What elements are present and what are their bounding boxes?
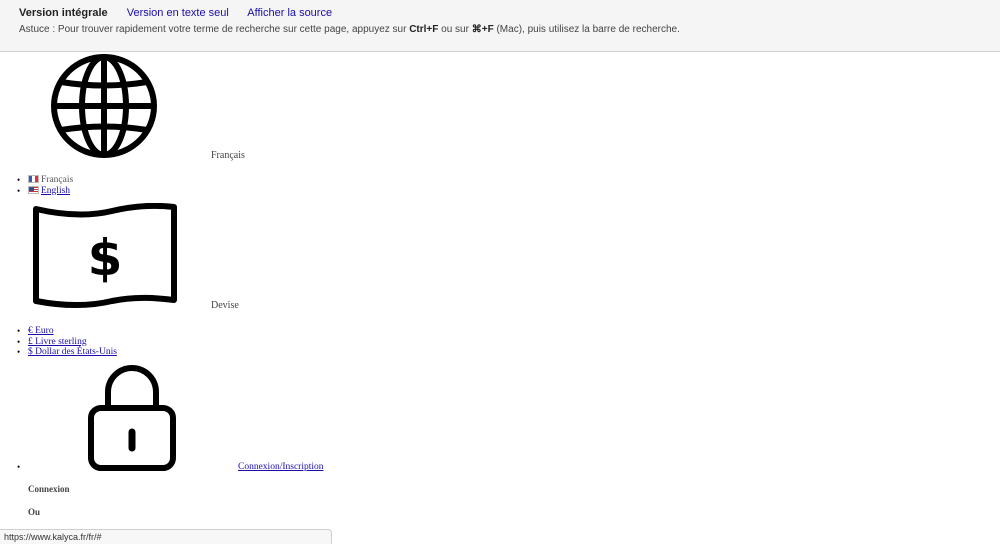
language-option-label: Français	[41, 175, 74, 185]
language-option-link[interactable]: English	[41, 186, 70, 196]
search-tip-suffix: (Mac), puis utilisez la barre de recherc…	[493, 24, 680, 35]
list-bullet: •	[17, 326, 21, 336]
or-separator: Ou	[28, 507, 41, 517]
tab-view-source[interactable]: Afficher la source	[247, 7, 332, 19]
tab-text-only-version[interactable]: Version en texte seul	[127, 7, 229, 19]
shortcut-cmd-f: ⌘+F	[471, 24, 494, 35]
search-tip-middle: ou sur	[438, 24, 472, 35]
list-bullet: •	[17, 185, 21, 196]
list-bullet: •	[17, 175, 21, 185]
flag-fr-icon	[28, 175, 39, 183]
browser-status-bar: https://www.kalyca.fr/fr/#	[0, 529, 332, 544]
search-tip-prefix: Astuce : Pour trouver rapidement votre t…	[19, 24, 410, 35]
cache-version-tabs: Version intégrale Version en texte seul …	[19, 7, 348, 19]
currency-label[interactable]: Devise	[211, 300, 239, 311]
login-register-link[interactable]: Connexion/Inscription	[238, 462, 324, 472]
globe-icon[interactable]	[50, 53, 158, 159]
currency-option-link[interactable]: € Euro	[28, 326, 54, 336]
list-bullet: •	[17, 336, 21, 347]
svg-text:$: $	[88, 229, 123, 287]
currency-option-link[interactable]: £ Livre sterling	[28, 337, 87, 347]
status-url: https://www.kalyca.fr/fr/#	[4, 532, 102, 542]
shortcut-ctrl-f: Ctrl+F	[409, 24, 439, 35]
flag-us-icon	[28, 185, 39, 194]
list-bullet: •	[17, 347, 21, 357]
cache-header-bar: Version intégrale Version en texte seul …	[0, 0, 1000, 52]
language-current-label[interactable]: Français	[211, 150, 245, 161]
padlock-icon[interactable]	[86, 364, 178, 472]
tab-full-version[interactable]: Version intégrale	[19, 7, 108, 19]
search-tip: Astuce : Pour trouver rapidement votre t…	[19, 24, 680, 35]
currency-option-link[interactable]: $ Dollar des États-Unis	[28, 347, 117, 357]
dollar-banknote-icon[interactable]: $	[32, 203, 178, 309]
login-heading: Connexion	[28, 484, 70, 494]
list-bullet: •	[17, 462, 21, 472]
